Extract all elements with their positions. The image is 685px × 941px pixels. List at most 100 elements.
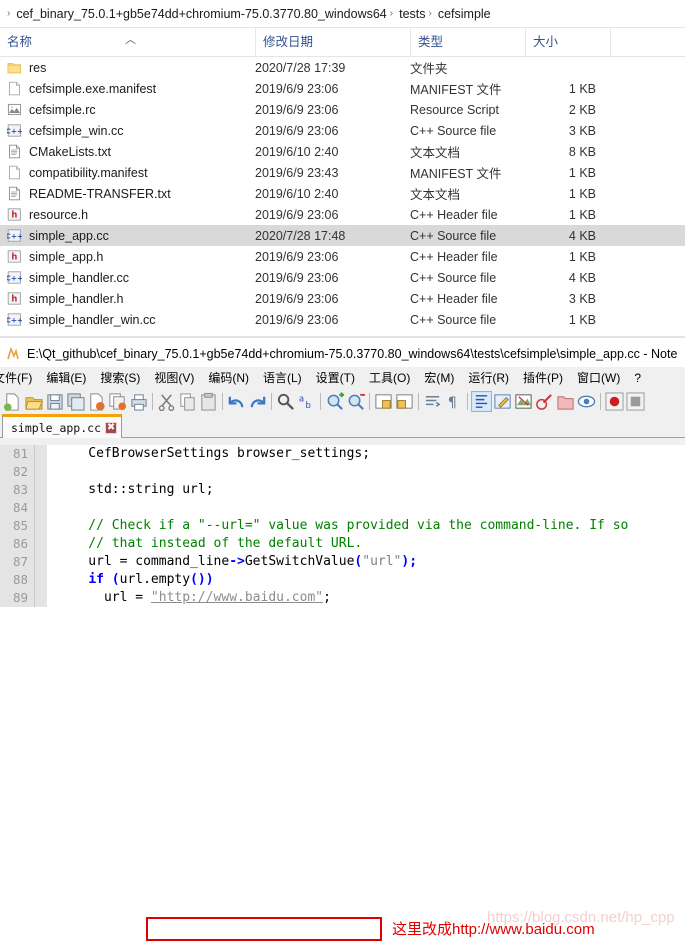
cut-icon[interactable] <box>156 391 177 412</box>
code-text[interactable]: if (url.empty()) <box>51 571 685 589</box>
file-name-cell[interactable]: cefsimple.exe.manifest <box>0 81 255 96</box>
file-row[interactable]: C++ simple_handler.cc 2019/6/9 23:06 C++ So… <box>0 267 685 288</box>
fold-margin[interactable] <box>34 535 47 553</box>
code-text[interactable] <box>51 499 685 517</box>
fold-margin[interactable] <box>34 517 47 535</box>
code-text[interactable] <box>51 463 685 481</box>
copy-icon[interactable] <box>177 391 198 412</box>
save-icon[interactable] <box>44 391 65 412</box>
paste-icon[interactable] <box>198 391 219 412</box>
show-all-chars-icon[interactable]: ¶ <box>443 391 464 412</box>
menu-item-11[interactable]: 窗口(W) <box>570 367 627 389</box>
stop-macro-icon[interactable] <box>625 391 646 412</box>
column-header-extra[interactable] <box>610 27 680 57</box>
menu-item-6[interactable]: 设置(T) <box>309 367 362 389</box>
code-text[interactable]: url = "http://www.baidu.com"; <box>51 589 685 607</box>
sync-v-scroll-icon[interactable] <box>373 391 394 412</box>
menu-item-8[interactable]: 宏(M) <box>417 367 461 389</box>
breadcrumb[interactable]: › cef_binary_75.0.1+gb5e74dd+chromium-75… <box>0 0 685 27</box>
menu-item-12[interactable]: ? <box>627 367 648 389</box>
file-row[interactable]: h simple_handler.h 2019/6/9 23:06 C++ Heade… <box>0 288 685 309</box>
fold-margin[interactable] <box>34 589 47 607</box>
code-line[interactable]: 86 // that instead of the default URL. <box>0 535 685 553</box>
code-text[interactable]: // Check if a "--url=" value was provide… <box>51 517 685 535</box>
code-line[interactable]: 81 CefBrowserSettings browser_settings; <box>0 445 685 463</box>
fold-margin[interactable] <box>34 463 47 481</box>
file-row[interactable]: cefsimple.exe.manifest 2019/6/9 23:06 MANI… <box>0 78 685 99</box>
fold-margin[interactable] <box>34 571 47 589</box>
file-row[interactable]: cefsimple.rc 2019/6/9 23:06 Resource Scrip… <box>0 99 685 120</box>
file-name-cell[interactable]: C++ simple_app.cc <box>0 228 255 243</box>
menu-item-1[interactable]: 编辑(E) <box>39 367 93 389</box>
code-line[interactable]: 83 std::string url; <box>0 481 685 499</box>
open-file-icon[interactable] <box>23 391 44 412</box>
monitor-icon[interactable] <box>576 391 597 412</box>
function-list-icon[interactable] <box>534 391 555 412</box>
close-all-icon[interactable] <box>107 391 128 412</box>
column-header-type[interactable]: 类型 <box>410 27 525 57</box>
file-name-cell[interactable]: CMakeLists.txt <box>0 144 255 159</box>
fold-margin[interactable] <box>34 499 47 517</box>
indent-guide-icon[interactable] <box>471 390 492 412</box>
file-row[interactable]: h simple_app.h 2019/6/9 23:06 C++ Header fi… <box>0 246 685 267</box>
close-icon[interactable]: ✖ <box>105 421 118 434</box>
column-header-date[interactable]: 修改日期 <box>255 27 410 57</box>
menu-item-7[interactable]: 工具(O) <box>362 367 417 389</box>
zoom-out-icon[interactable] <box>345 391 366 412</box>
menu-item-5[interactable]: 语言(L) <box>256 367 309 389</box>
breadcrumb-item-1[interactable]: tests <box>399 7 425 21</box>
user-lang-icon[interactable] <box>492 391 513 412</box>
file-row[interactable]: h resource.h 2019/6/9 23:06 C++ Header file… <box>0 204 685 225</box>
notepad-tab-bar[interactable]: simple_app.cc ✖ <box>0 413 685 438</box>
file-row[interactable]: README-TRANSFER.txt 2019/6/10 2:40 文本文档 1 K… <box>0 183 685 204</box>
file-name-cell[interactable]: res <box>0 60 255 75</box>
replace-icon[interactable]: ab <box>296 391 317 412</box>
notepad-menu-bar[interactable]: 文件(F)编辑(E)搜索(S)视图(V)编码(N)语言(L)设置(T)工具(O)… <box>0 367 685 389</box>
file-name-cell[interactable]: C++ simple_handler.cc <box>0 270 255 285</box>
code-line[interactable]: 88 if (url.empty()) <box>0 571 685 589</box>
file-row[interactable]: CMakeLists.txt 2019/6/10 2:40 文本文档 8 KB <box>0 141 685 162</box>
word-wrap-icon[interactable] <box>422 391 443 412</box>
menu-item-10[interactable]: 插件(P) <box>516 367 570 389</box>
code-line[interactable]: 82 <box>0 463 685 481</box>
sync-h-scroll-icon[interactable] <box>394 391 415 412</box>
file-name-cell[interactable]: h resource.h <box>0 207 255 222</box>
menu-item-0[interactable]: 文件(F) <box>0 367 39 389</box>
code-line[interactable]: 85 // Check if a "--url=" value was prov… <box>0 517 685 535</box>
redo-icon[interactable] <box>247 391 268 412</box>
file-name-cell[interactable]: C++ cefsimple_win.cc <box>0 123 255 138</box>
code-line[interactable]: 89 url = "http://www.baidu.com"; <box>0 589 685 607</box>
code-line[interactable]: 87 url = command_line->GetSwitchValue("u… <box>0 553 685 571</box>
menu-item-3[interactable]: 视图(V) <box>147 367 201 389</box>
fold-margin[interactable] <box>34 445 47 463</box>
print-icon[interactable] <box>128 391 149 412</box>
doc-map-icon[interactable] <box>513 391 534 412</box>
tab-simple-app-cc[interactable]: simple_app.cc ✖ <box>2 414 123 438</box>
record-macro-icon[interactable] <box>604 391 625 412</box>
code-editor[interactable]: 81 CefBrowserSettings browser_settings; 8… <box>0 445 685 607</box>
column-header-size[interactable]: 大小 <box>525 27 610 57</box>
file-row[interactable]: C++ cefsimple_win.cc 2019/6/9 23:06 C++ Sou… <box>0 120 685 141</box>
save-all-icon[interactable] <box>65 391 86 412</box>
file-list[interactable]: res 2020/7/28 17:39 文件夹 cefsimple.exe.manif… <box>0 57 685 330</box>
file-row[interactable]: compatibility.manifest 2019/6/9 23:43 MANI… <box>0 162 685 183</box>
file-name-cell[interactable]: C++ simple_handler_win.cc <box>0 312 255 327</box>
fold-margin[interactable] <box>34 481 47 499</box>
code-text[interactable]: // that instead of the default URL. <box>51 535 685 553</box>
fold-margin[interactable] <box>34 553 47 571</box>
file-row[interactable]: C++ simple_app.cc 2020/7/28 17:48 C++ Sourc… <box>0 225 685 246</box>
menu-item-2[interactable]: 搜索(S) <box>93 367 147 389</box>
file-name-cell[interactable]: h simple_app.h <box>0 249 255 264</box>
close-file-icon[interactable] <box>86 391 107 412</box>
file-name-cell[interactable]: cefsimple.rc <box>0 102 255 117</box>
code-text[interactable]: std::string url; <box>51 481 685 499</box>
find-icon[interactable] <box>275 391 296 412</box>
code-line[interactable]: 84 <box>0 499 685 517</box>
column-header-name[interactable]: 名称 ︿ <box>0 27 255 57</box>
breadcrumb-item-0[interactable]: cef_binary_75.0.1+gb5e74dd+chromium-75.0… <box>16 7 386 21</box>
code-text[interactable]: url = command_line->GetSwitchValue("url"… <box>51 553 685 571</box>
file-name-cell[interactable]: README-TRANSFER.txt <box>0 186 255 201</box>
notepad-toolbar[interactable]: a b ¶ <box>0 389 685 413</box>
breadcrumb-item-2[interactable]: cefsimple <box>438 7 491 21</box>
file-name-cell[interactable]: compatibility.manifest <box>0 165 255 180</box>
